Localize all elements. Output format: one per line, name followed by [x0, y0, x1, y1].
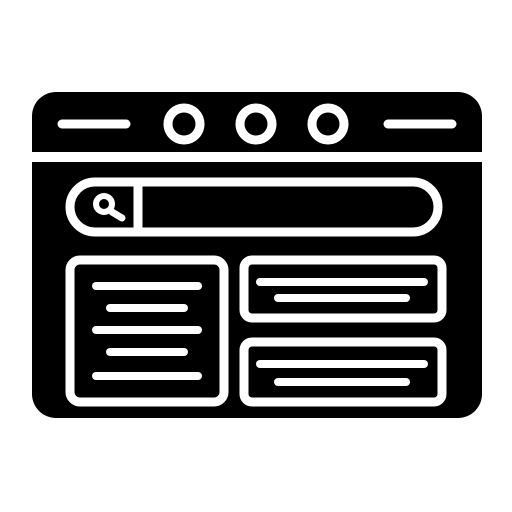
- icon-canvas: [0, 0, 512, 512]
- browser-window-layout-icon: [32, 92, 482, 418]
- title-bar-divider: [32, 152, 482, 162]
